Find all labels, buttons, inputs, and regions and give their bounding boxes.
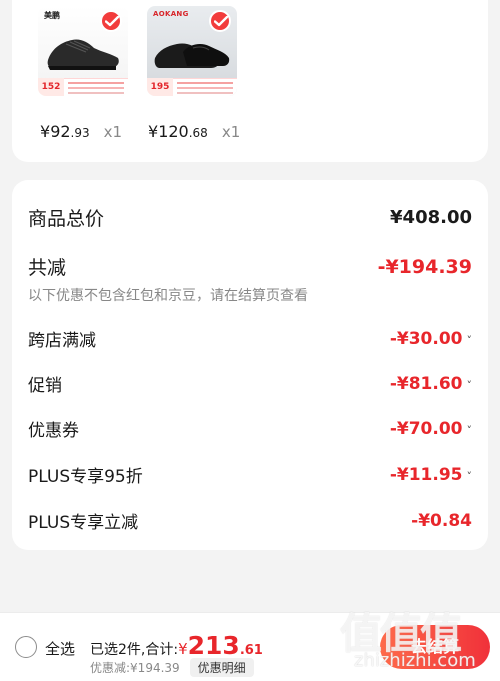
discount-row[interactable]: 促销 -¥81.60 ˅ <box>28 371 473 397</box>
selected-check-icon[interactable] <box>100 10 122 32</box>
sneaker-image <box>47 39 119 70</box>
chevron-down-icon: ˅ <box>466 333 473 347</box>
selected-summary: 已选2件,合计:¥213.61 <box>90 631 263 660</box>
goods-total-label: 商品总价 <box>28 208 105 230</box>
discount-summary: 优惠减:¥194.39 优惠明细 <box>90 658 254 677</box>
product-thumbnail[interactable]: 美鹏 152 <box>38 6 128 96</box>
product-thumbnail[interactable]: AOKANG 195 <box>147 6 237 96</box>
discount-detail-button[interactable]: 优惠明细 <box>189 658 254 677</box>
brand-logo: AOKANG <box>153 10 189 18</box>
goods-total-row: 商品总价 ¥408.00 <box>28 204 472 231</box>
total-reduce-label: 共减 <box>28 257 67 279</box>
quantity: x1 <box>103 123 123 141</box>
discount-row[interactable]: 优惠券 -¥70.00 ˅ <box>28 416 473 442</box>
promo-strip: 152 <box>38 78 128 96</box>
chevron-down-icon: ˅ <box>466 423 473 437</box>
discount-row: PLUS专享立减 -¥0.84 <box>28 510 472 534</box>
chevron-down-icon: ˅ <box>466 469 473 483</box>
product-card: 美鹏 152 AOKANG 195 ¥92.93 x1 ¥120.68 x1 <box>12 0 488 162</box>
leather-shoe-image <box>154 43 230 68</box>
product-price: ¥120.68 x1 <box>148 122 241 141</box>
promo-strip: 195 <box>147 78 237 96</box>
total-reduce-value: -¥194.39 <box>377 255 472 278</box>
brand-logo: 美鹏 <box>44 11 60 20</box>
goods-total-value: ¥408.00 <box>390 207 472 228</box>
discount-note: 以下优惠不包含红包和京豆，请在结算页查看 <box>28 288 308 304</box>
promo-badge: 195 <box>147 78 173 96</box>
selected-check-icon[interactable] <box>209 10 231 32</box>
total-amount: 213 <box>187 631 240 660</box>
discount-row[interactable]: 跨店满减 -¥30.00 ˅ <box>28 326 473 352</box>
total-reduce-row: 共减 -¥194.39 <box>28 253 472 280</box>
discount-row[interactable]: PLUS专享95折 -¥11.95 ˅ <box>28 462 473 488</box>
chevron-down-icon: ˅ <box>466 378 473 392</box>
checkout-bar: 全选 已选2件,合计:¥213.61 优惠减:¥194.39 优惠明细 去结算 <box>0 612 500 681</box>
product-price: ¥92.93 x1 <box>40 122 123 141</box>
select-all-radio[interactable] <box>15 636 37 658</box>
checkout-button[interactable]: 去结算 <box>380 625 490 669</box>
select-all-label[interactable]: 全选 <box>45 638 75 659</box>
price-summary-card: 商品总价 ¥408.00 共减 -¥194.39 以下优惠不包含红包和京豆，请在… <box>12 180 488 550</box>
promo-badge: 152 <box>38 78 64 96</box>
quantity: x1 <box>221 123 241 141</box>
